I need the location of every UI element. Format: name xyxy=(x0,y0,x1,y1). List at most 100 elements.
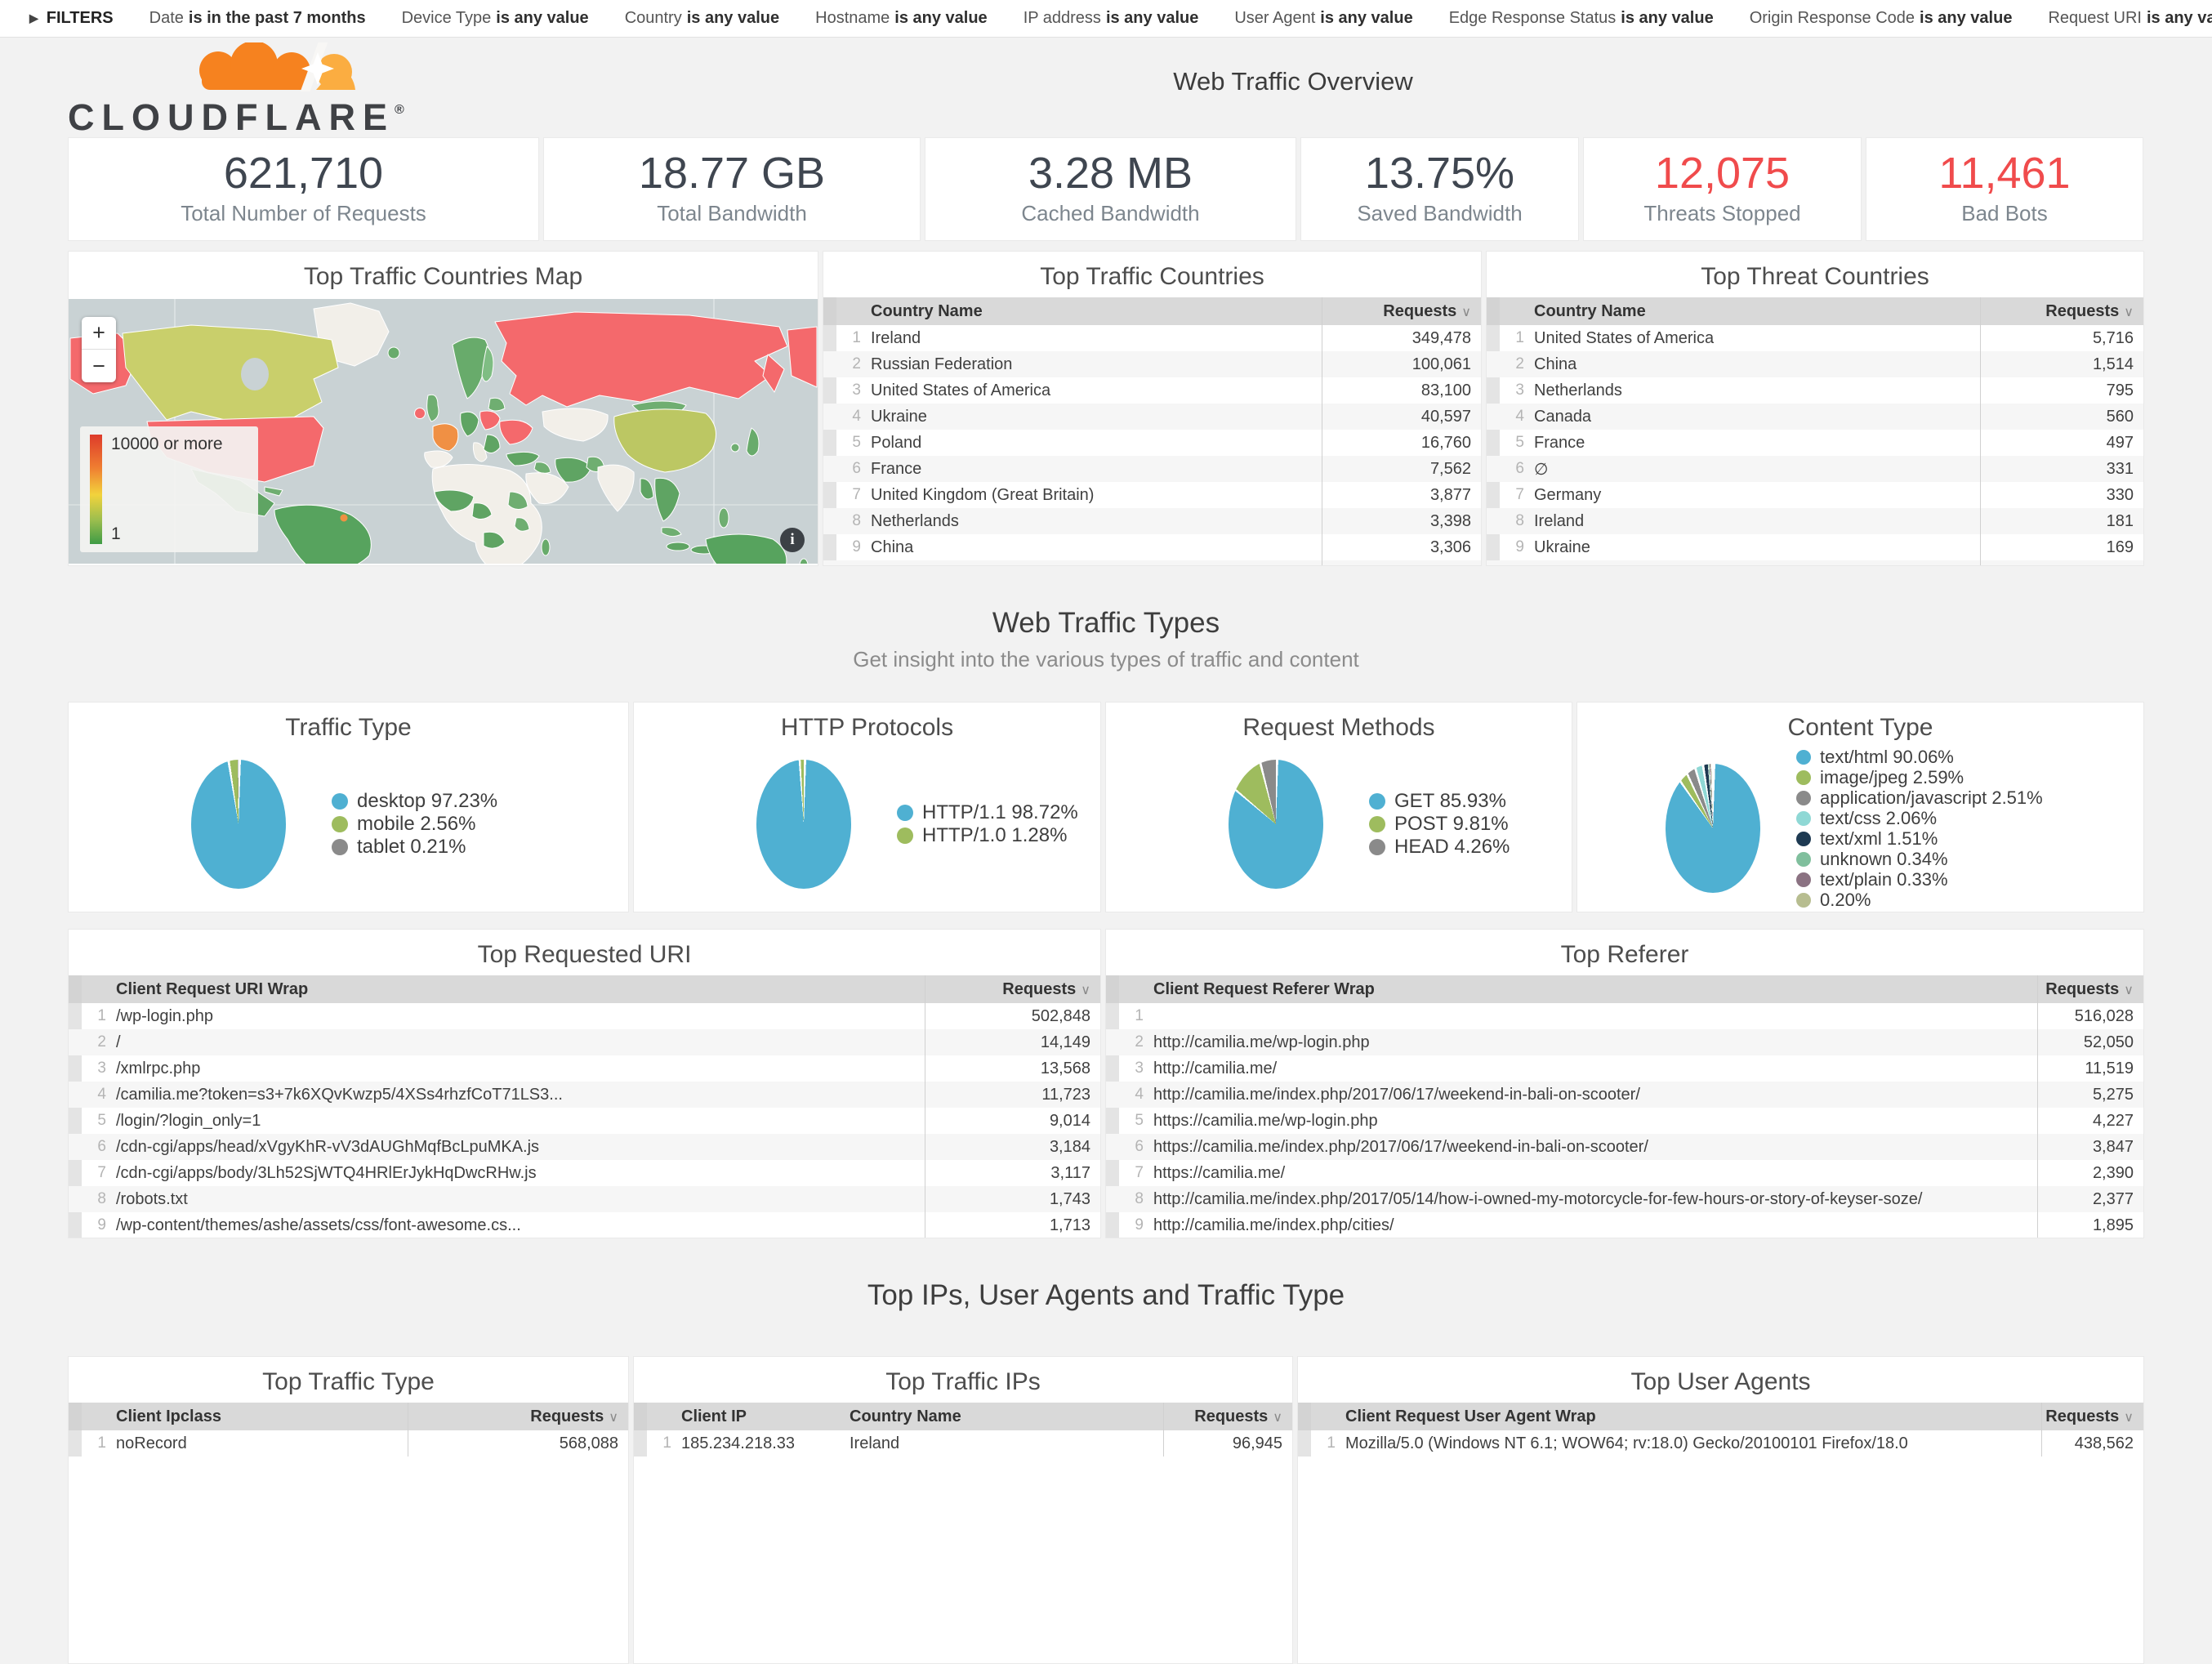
legend-item[interactable]: text/html 90.06% xyxy=(1796,747,2043,767)
table-cell[interactable]: /camilia.me?token=s3+7k6XQvKwzp5/4XSs4rh… xyxy=(113,1082,925,1108)
column-header[interactable]: Requests∨ xyxy=(408,1403,628,1430)
table-cell[interactable]: /robots.txt xyxy=(113,1186,925,1212)
table-cell[interactable]: 330 xyxy=(1980,482,2143,508)
zoom-out-button[interactable]: − xyxy=(82,350,116,382)
table-cell[interactable]: 1,713 xyxy=(925,1212,1100,1238)
filter-item[interactable]: Device Typeis any value xyxy=(402,9,589,28)
table-cell[interactable]: https://camilia.me/wp-login.php xyxy=(1150,1108,2037,1134)
column-header[interactable]: Country Name xyxy=(846,1403,1163,1430)
world-map[interactable]: + − 10000 or more 1 i xyxy=(69,299,818,564)
table-cell[interactable]: France xyxy=(867,456,1322,482)
table-cell[interactable]: 181 xyxy=(1980,508,2143,534)
table-cell[interactable]: Canada xyxy=(1531,404,1980,430)
table-cell[interactable]: Ireland xyxy=(846,1430,1163,1457)
table-cell[interactable]: https://camilia.me/index.php/2017/06/17/… xyxy=(1150,1134,2037,1160)
legend-item[interactable]: text/plain 0.33% xyxy=(1796,869,2043,890)
table-cell[interactable]: 83,100 xyxy=(1322,377,1481,404)
legend-item[interactable]: image/jpeg 2.59% xyxy=(1796,767,2043,787)
traffic-type-pie-chart[interactable] xyxy=(191,760,286,889)
table-cell[interactable]: Ireland xyxy=(867,325,1322,351)
table-cell[interactable]: China xyxy=(1531,351,1980,377)
legend-item[interactable]: HTTP/1.1 98.72% xyxy=(897,801,1078,824)
table-cell[interactable]: 568,088 xyxy=(408,1430,628,1457)
legend-item[interactable]: mobile 2.56% xyxy=(332,813,497,836)
table-cell[interactable]: Ukraine xyxy=(1531,534,1980,560)
table-cell[interactable]: 185.234.218.33 xyxy=(678,1430,846,1457)
table-cell[interactable]: http://camilia.me/ xyxy=(1150,1055,2037,1082)
table-cell[interactable]: Canada xyxy=(867,560,1322,566)
table-cell[interactable]: Ukraine xyxy=(867,404,1322,430)
table-cell[interactable]: 560 xyxy=(1980,404,2143,430)
table-cell[interactable]: 3,306 xyxy=(1322,534,1481,560)
filter-item[interactable]: Hostnameis any value xyxy=(815,9,988,28)
table-cell[interactable]: https://camilia.me/ xyxy=(1150,1160,2037,1186)
table-cell[interactable]: 40,597 xyxy=(1322,404,1481,430)
filter-item[interactable]: Dateis in the past 7 months xyxy=(149,9,366,28)
table-cell[interactable]: Netherlands xyxy=(1531,377,1980,404)
table-cell[interactable] xyxy=(1150,1003,2037,1029)
table-cell[interactable]: Ireland xyxy=(1531,508,1980,534)
table-cell[interactable]: Russian Federation xyxy=(867,351,1322,377)
table-cell[interactable]: 497 xyxy=(1980,430,2143,456)
column-header[interactable]: Requests∨ xyxy=(925,975,1100,1003)
table-cell[interactable]: http://camilia.me/index.php/cities/ xyxy=(1150,1212,2037,1238)
table-cell[interactable]: noRecord xyxy=(113,1430,408,1457)
content-type-pie-chart[interactable] xyxy=(1666,764,1760,893)
request-methods-pie-chart[interactable] xyxy=(1229,760,1323,889)
legend-item[interactable]: unknown 0.34% xyxy=(1796,849,2043,869)
table-cell[interactable]: 331 xyxy=(1980,456,2143,482)
table-cell[interactable]: 16,760 xyxy=(1322,430,1481,456)
filter-item[interactable]: IP addressis any value xyxy=(1023,9,1199,28)
column-header[interactable]: Country Name xyxy=(867,297,1322,325)
filter-item[interactable]: User Agentis any value xyxy=(1234,9,1412,28)
table-cell[interactable]: 4,227 xyxy=(2037,1108,2143,1134)
column-header[interactable]: Country Name xyxy=(1531,297,1980,325)
table-cell[interactable]: /wp-login.php xyxy=(113,1003,925,1029)
table-cell[interactable]: 502,848 xyxy=(925,1003,1100,1029)
legend-item[interactable]: tablet 0.21% xyxy=(332,836,497,859)
legend-item[interactable]: desktop 97.23% xyxy=(332,790,497,813)
table-cell[interactable]: http://camilia.me/index.php/2017/06/17/w… xyxy=(1150,1082,2037,1108)
column-header[interactable]: Requests∨ xyxy=(2037,975,2143,1003)
table-cell[interactable]: Singapore xyxy=(1531,560,1980,566)
table-cell[interactable]: 438,562 xyxy=(2041,1430,2143,1457)
table-cell[interactable]: Netherlands xyxy=(867,508,1322,534)
table-cell[interactable]: 795 xyxy=(1980,377,2143,404)
table-cell[interactable]: Poland xyxy=(867,430,1322,456)
table-cell[interactable]: 96,945 xyxy=(1163,1430,1292,1457)
column-header[interactable]: Requests∨ xyxy=(2041,1403,2143,1430)
table-cell[interactable]: 13,568 xyxy=(925,1055,1100,1082)
filter-item[interactable]: Origin Response Codeis any value xyxy=(1750,9,2013,28)
table-cell[interactable]: United Kingdom (Great Britain) xyxy=(867,482,1322,508)
legend-item[interactable]: text/css 2.06% xyxy=(1796,808,2043,828)
table-cell[interactable]: 1,514 xyxy=(1980,351,2143,377)
table-cell[interactable]: 169 xyxy=(1980,534,2143,560)
table-cell[interactable]: Mozilla/5.0 (Windows NT 6.1; WOW64; rv:1… xyxy=(1342,1430,2041,1457)
table-cell[interactable]: 14,149 xyxy=(925,1029,1100,1055)
legend-item[interactable]: HEAD 4.26% xyxy=(1369,836,1510,859)
table-cell[interactable]: 2,390 xyxy=(2037,1160,2143,1186)
table-cell[interactable]: United States of America xyxy=(1531,325,1980,351)
table-cell[interactable]: 100,061 xyxy=(1322,351,1481,377)
http-protocols-pie-chart[interactable] xyxy=(756,760,851,889)
zoom-in-button[interactable]: + xyxy=(82,317,116,350)
table-cell[interactable]: /login/?login_only=1 xyxy=(113,1108,925,1134)
table-cell[interactable]: 3,847 xyxy=(2037,1134,2143,1160)
table-cell[interactable]: 3,877 xyxy=(1322,482,1481,508)
table-cell[interactable]: 52,050 xyxy=(2037,1029,2143,1055)
table-cell[interactable]: 11,723 xyxy=(925,1082,1100,1108)
table-cell[interactable]: 9,014 xyxy=(925,1108,1100,1134)
legend-item[interactable]: 0.20% xyxy=(1796,890,2043,910)
legend-item[interactable]: POST 9.81% xyxy=(1369,813,1510,836)
legend-item[interactable]: text/xml 1.51% xyxy=(1796,828,2043,849)
table-cell[interactable]: 2,315 xyxy=(1322,560,1481,566)
filter-item[interactable]: Request URIis any value xyxy=(2048,9,2212,28)
table-cell[interactable]: 5,716 xyxy=(1980,325,2143,351)
table-cell[interactable]: 1,743 xyxy=(925,1186,1100,1212)
column-header[interactable]: Requests∨ xyxy=(1322,297,1481,325)
table-cell[interactable]: France xyxy=(1531,430,1980,456)
legend-item[interactable]: HTTP/1.0 1.28% xyxy=(897,824,1078,847)
column-header[interactable]: Client Request Referer Wrap xyxy=(1150,975,2037,1003)
info-button[interactable]: i xyxy=(780,528,805,552)
table-cell[interactable]: 158 xyxy=(1980,560,2143,566)
